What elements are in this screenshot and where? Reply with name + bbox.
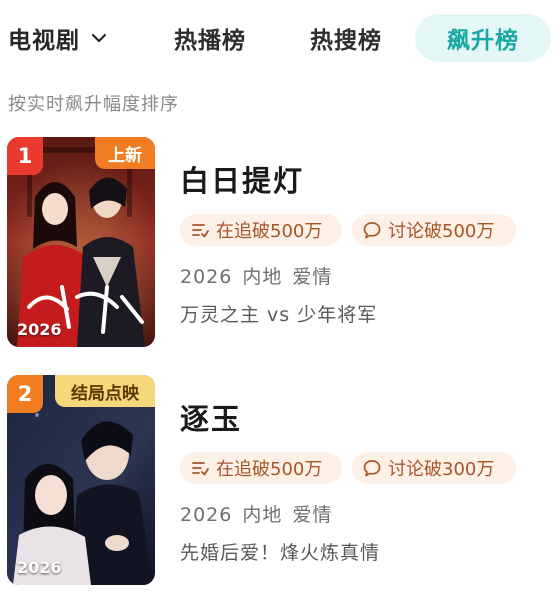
follow-list-icon [192,224,209,238]
discussion-chip: 讨论破500万 [352,214,516,246]
poster-image[interactable]: 2 结局点映 2026 [7,375,155,585]
chevron-down-icon [91,33,107,43]
stats-chips: 在追破500万 讨论破500万 [180,214,516,246]
show-title[interactable]: 白日提灯 [180,158,304,200]
rank-badge: 1 [7,137,43,175]
comment-bubble-icon [363,222,381,239]
show-description: 万灵之主 vs 少年将军 [180,304,378,326]
show-region: 内地 [242,504,283,526]
show-genre: 爱情 [292,266,333,288]
following-chip: 在追破500万 [180,214,342,246]
show-genre: 爱情 [292,504,333,526]
sort-description: 按实时飙升幅度排序 [8,94,179,115]
discussion-count: 讨论破500万 [388,221,495,242]
top-tab-bar: 电视剧 热播榜 热搜榜 飙升榜 [0,0,560,78]
stats-chips: 在追破500万 讨论破300万 [180,452,516,484]
ranking-item[interactable]: 2 结局点映 2026 逐玉 在追破500万 讨论破300万 2026 内地 爱情 … [0,372,560,587]
new-release-tag: 上新 [95,137,155,169]
show-year: 2026 [180,504,233,526]
show-year: 2026 [180,266,233,288]
show-description: 先婚后爱！烽火炼真情 [180,542,381,564]
category-dropdown[interactable]: 电视剧 [8,20,108,56]
show-meta: 2026 内地 爱情 [180,500,332,527]
poster-year: 2026 [17,320,62,339]
category-label: 电视剧 [8,28,80,54]
tab-hot-search[interactable]: 热搜榜 [298,14,394,62]
follow-list-icon [192,462,209,476]
ranking-item[interactable]: 1 上新 2026 白日提灯 在追破500万 讨论破500万 2026 内地 爱情 … [0,134,560,349]
following-chip: 在追破500万 [180,452,342,484]
show-meta: 2026 内地 爱情 [180,262,332,289]
finale-preview-tag: 结局点映 [55,375,155,407]
discussion-chip: 讨论破300万 [352,452,516,484]
tab-rising[interactable]: 飙升榜 [415,14,551,62]
tab-hot-play[interactable]: 热播榜 [162,14,258,62]
poster-year: 2026 [17,558,62,577]
show-title[interactable]: 逐玉 [180,396,242,438]
discussion-count: 讨论破300万 [388,459,495,480]
following-count: 在追破500万 [216,221,323,242]
comment-bubble-icon [363,460,381,477]
show-region: 内地 [242,266,283,288]
following-count: 在追破500万 [216,459,323,480]
poster-image[interactable]: 1 上新 2026 [7,137,155,347]
rank-badge: 2 [7,375,43,413]
